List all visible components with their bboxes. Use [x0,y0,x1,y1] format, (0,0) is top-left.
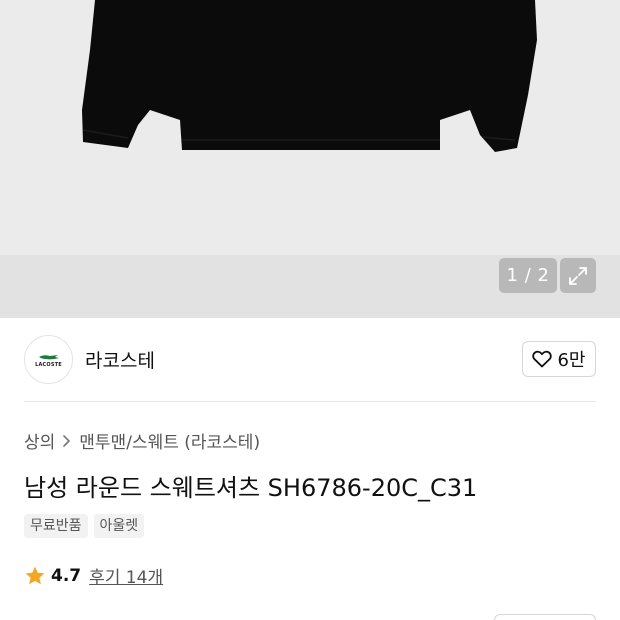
divider [24,401,596,402]
tag-outlet: 아울렛 [93,514,145,538]
like-button[interactable]: 6만 [522,341,596,377]
partial-button[interactable] [494,614,596,620]
expand-icon [569,266,587,285]
like-count: 6만 [557,350,586,371]
product-title: 남성 라운드 스웨트셔츠 SH6786-20C_C31 [24,474,478,502]
brand-row: LACOSTE 라코스테 6만 [0,318,620,402]
breadcrumb-item-subcategory[interactable]: 맨투맨/스웨트 (라코스테) [79,428,260,453]
product-tags: 무료반품 아울렛 [24,514,145,538]
brand-logo-text: LACOSTE [35,361,62,368]
brand-logo[interactable]: LACOSTE [24,335,73,384]
product-image-gallery[interactable]: 1 / 2 [0,0,620,318]
rating-score: 4.7 [51,565,82,586]
review-count-link[interactable]: 후기 14개 [89,563,163,588]
chevron-right-icon [61,434,73,448]
expand-button[interactable] [560,258,596,293]
crocodile-icon [38,354,59,359]
breadcrumb: 상의 맨투맨/스웨트 (라코스테) [24,428,260,453]
heart-icon [532,350,553,368]
image-counter: 1 / 2 [499,258,557,293]
product-image-sweatshirt[interactable] [0,0,620,260]
breadcrumb-item-category[interactable]: 상의 [24,428,55,453]
tag-free-return: 무료반품 [24,514,88,538]
star-icon [25,566,45,584]
rating-summary: 4.7 후기 14개 [24,563,163,588]
brand-name[interactable]: 라코스테 [85,346,155,373]
